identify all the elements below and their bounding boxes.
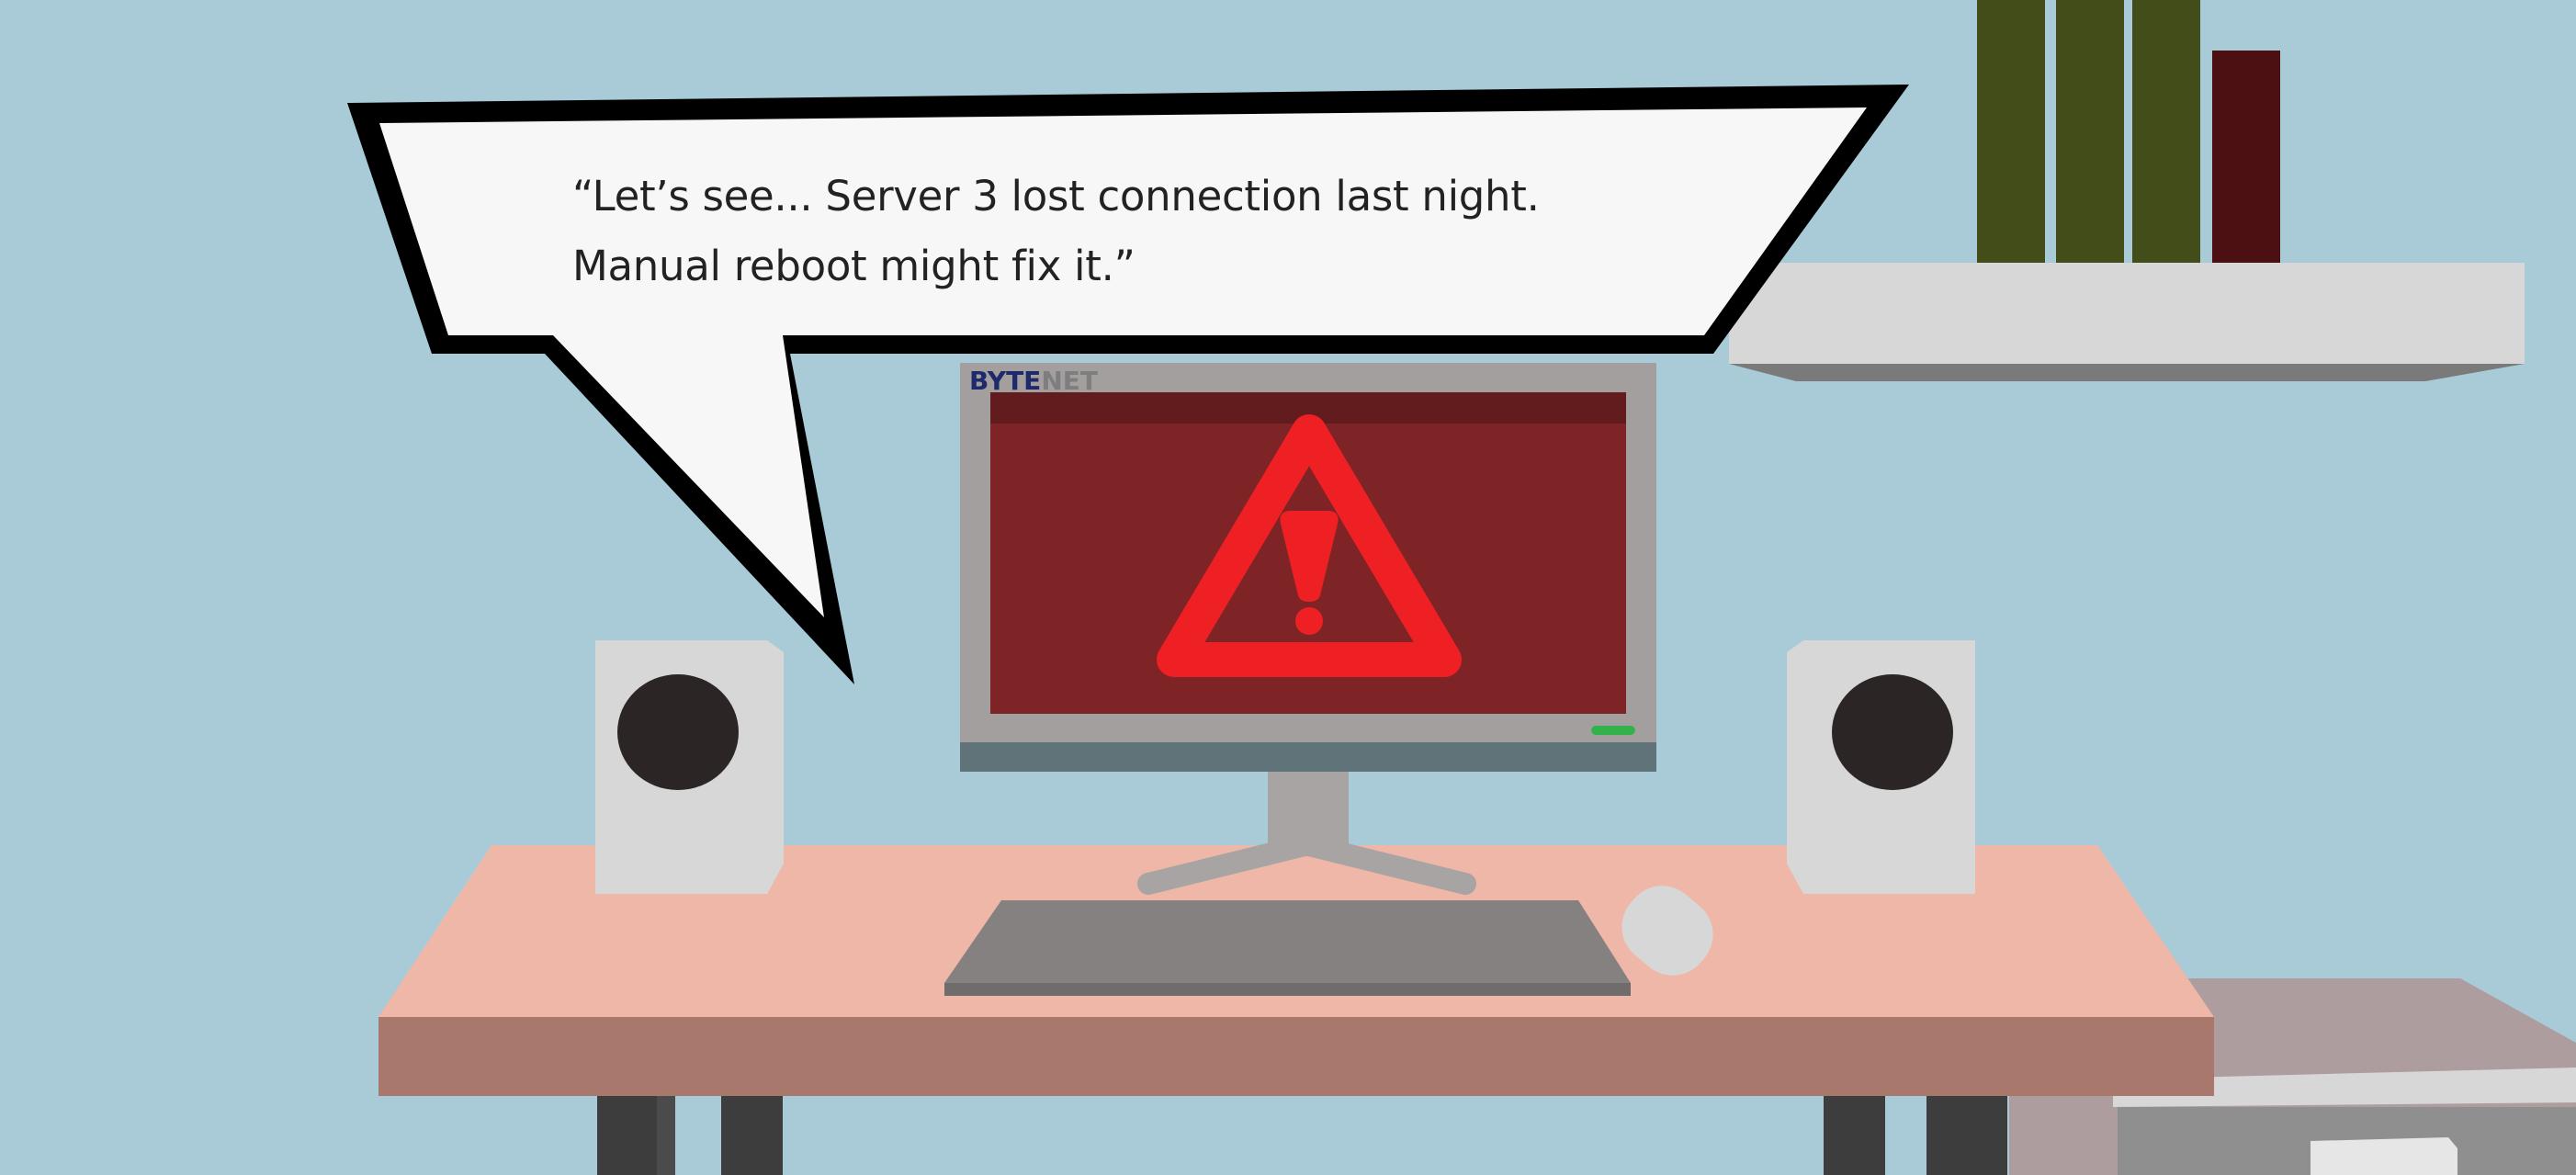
- power-led: [1591, 726, 1635, 735]
- right-speaker: [1787, 640, 1975, 894]
- left-speaker: [595, 640, 784, 894]
- book: [2132, 0, 2200, 263]
- desk-front: [378, 1017, 2214, 1096]
- speech-bubble-text: “Let’s see... Server 3 lost connection l…: [572, 162, 1767, 301]
- monitor-chin: [960, 742, 1656, 772]
- book: [1977, 0, 2045, 263]
- keyboard: [944, 900, 1631, 996]
- book: [2212, 51, 2280, 263]
- shelf-board: [1729, 263, 2525, 364]
- brand-logo: BYTENET: [969, 366, 1098, 396]
- speaker-cone: [1832, 674, 1953, 790]
- drawer-handle: [2310, 1137, 2457, 1175]
- monitor: BYTENET: [960, 363, 1656, 772]
- book: [2056, 0, 2124, 263]
- speech-line-1: “Let’s see... Server 3 lost connection l…: [572, 172, 1540, 220]
- speech-line-2: Manual reboot might fix it.”: [572, 242, 1135, 290]
- shelf-underside: [1729, 364, 2525, 381]
- speaker-cone: [617, 674, 739, 790]
